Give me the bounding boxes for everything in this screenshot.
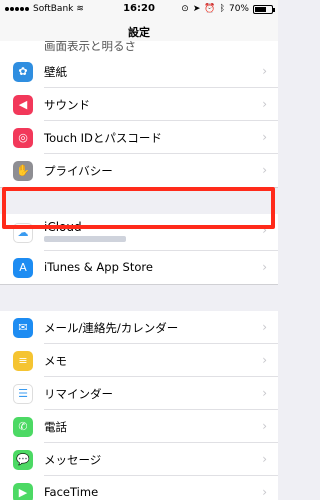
chevron-right-icon: › <box>262 386 267 400</box>
settings-list: 画面表示と明るさ ✿ 壁紙 › ◀ サウンド › ◎ Touch IDとパスコード › ✋ プライバ… <box>0 41 278 500</box>
reminders-icon: ☰ <box>13 383 33 404</box>
chevron-right-icon: › <box>262 353 267 367</box>
bluetooth-icon: ᛒ <box>219 4 225 14</box>
speaker-icon: ◀ <box>13 94 33 115</box>
settings-item-privacy[interactable]: ✋ プライバシー › <box>0 154 278 187</box>
settings-item-label: 電話 <box>44 420 67 434</box>
chevron-right-icon: › <box>262 223 267 237</box>
hand-icon: ✋ <box>13 160 33 181</box>
location-icon: ➤ <box>192 4 201 14</box>
settings-item-label: メール/連絡先/カレンダー <box>44 321 179 335</box>
appstore-icon: A <box>13 257 33 278</box>
chevron-right-icon: › <box>262 320 267 334</box>
settings-item-label: 壁紙 <box>44 65 67 79</box>
settings-item-label: メモ <box>44 354 67 368</box>
settings-item-touchid[interactable]: ◎ Touch IDとパスコード › <box>0 121 278 154</box>
settings-item-sounds[interactable]: ◀ サウンド › <box>0 88 278 121</box>
settings-item-label: メッセージ <box>44 453 102 467</box>
settings-item-icloud[interactable]: ☁ iCloud › <box>0 214 278 251</box>
flower-icon: ✿ <box>13 61 33 82</box>
settings-item-label: プライバシー <box>44 164 113 178</box>
partial-row-label: 画面表示と明るさ <box>44 41 136 53</box>
chevron-right-icon: › <box>262 163 267 177</box>
alarm-icon: ⏰ <box>204 4 216 14</box>
settings-item-label: リマインダー <box>44 387 113 401</box>
settings-item-label: Touch IDとパスコード <box>44 131 162 145</box>
mail-icon: ✉ <box>13 317 33 338</box>
cloud-icon: ☁ <box>13 222 33 243</box>
settings-item-label: サウンド <box>44 98 90 112</box>
fingerprint-icon: ◎ <box>13 127 33 148</box>
settings-item-label: FaceTime <box>44 485 99 499</box>
settings-item-wallpaper[interactable]: ✿ 壁紙 › <box>0 55 278 88</box>
settings-item-notes[interactable]: ≡ メモ › <box>0 344 278 377</box>
settings-item-reminders[interactable]: ☰ リマインダー › <box>0 377 278 410</box>
settings-item-mail[interactable]: ✉ メール/連絡先/カレンダー › <box>0 311 278 344</box>
chevron-right-icon: › <box>262 260 267 274</box>
battery-icon <box>253 4 275 14</box>
chevron-right-icon: › <box>262 419 267 433</box>
chevron-right-icon: › <box>262 485 267 499</box>
message-icon: 💬 <box>13 449 33 470</box>
chevron-right-icon: › <box>262 97 267 111</box>
settings-item-itunes[interactable]: AiTunes & App Store › <box>0 251 278 284</box>
partial-row[interactable]: 画面表示と明るさ <box>0 41 278 55</box>
chevron-right-icon: › <box>262 130 267 144</box>
chevron-right-icon: › <box>262 452 267 466</box>
page-title: 設定 <box>128 26 150 39</box>
notes-icon: ≡ <box>13 350 33 371</box>
phone-icon: ✆ <box>13 416 33 437</box>
settings-item-label: iCloud <box>44 220 82 234</box>
blurred-account <box>44 236 126 242</box>
settings-item-label: iTunes & App Store <box>44 260 153 274</box>
chevron-right-icon: › <box>262 64 267 78</box>
status-bar: SoftBank ≋ 16:20 ⊙ ➤ ⏰ ᛒ 70% <box>0 0 278 18</box>
lock-rotation-icon: ⊙ <box>181 4 189 14</box>
video-icon: ▶ <box>13 482 33 500</box>
settings-item-facetime[interactable]: ▶ FaceTime › <box>0 476 278 500</box>
section-gap <box>0 187 278 214</box>
battery-percent: 70% <box>228 4 249 14</box>
settings-item-messages[interactable]: 💬 メッセージ › <box>0 443 278 476</box>
settings-item-phone[interactable]: ✆ 電話 › <box>0 410 278 443</box>
section-gap <box>0 284 278 311</box>
